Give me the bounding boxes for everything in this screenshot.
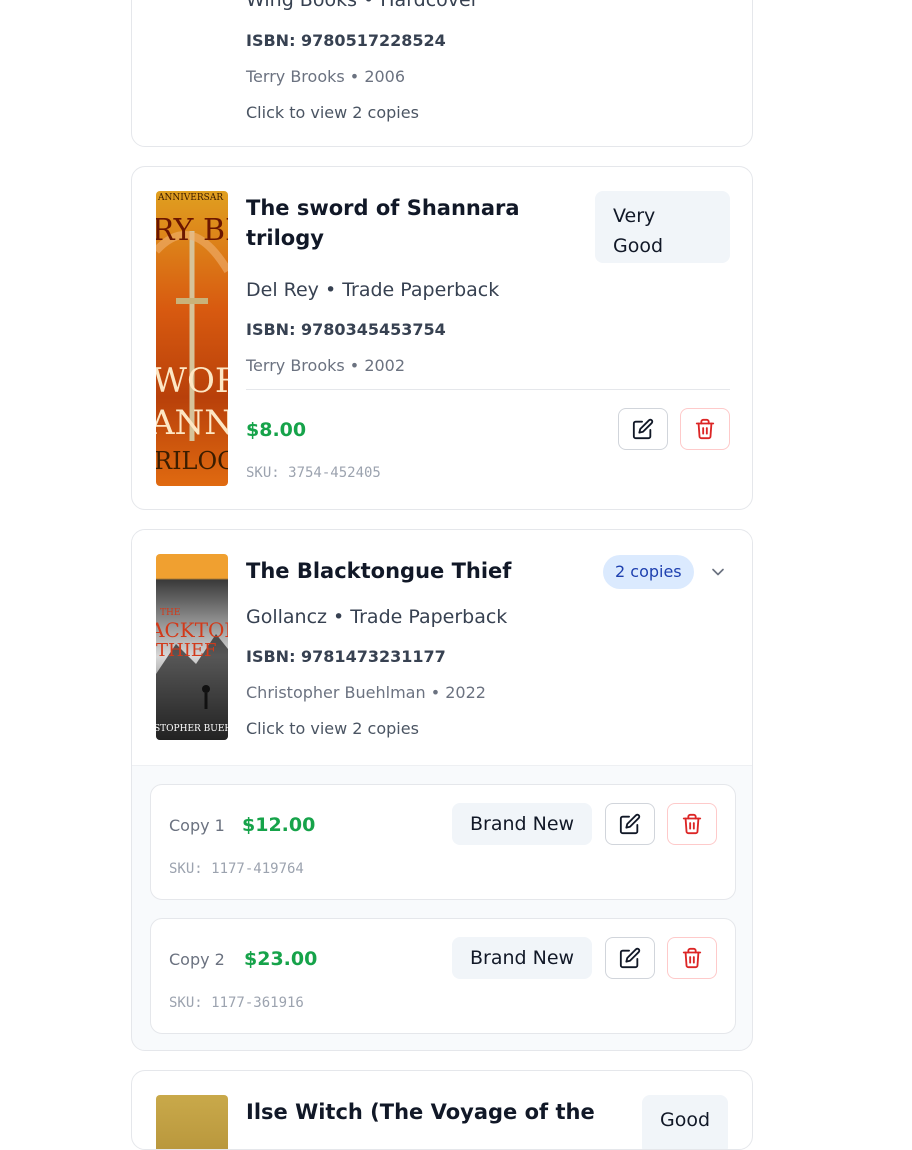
copy-label: Copy 1 <box>169 816 225 835</box>
book-card[interactable]: THE ACKTONG THIEF STOPHER BUEHL The Blac… <box>131 529 753 1051</box>
edit-button[interactable] <box>605 803 655 845</box>
book-author-year: Christopher Buehlman • 2022 <box>246 683 486 702</box>
book-card[interactable]: Ilse Witch (The Voyage of the Good <box>131 1070 753 1150</box>
book-author-year: Terry Brooks • 2002 <box>246 356 406 375</box>
copy-sku: SKU: 1177-361916 <box>169 995 304 1011</box>
book-isbn: ISBN: 9781473231177 <box>246 647 446 666</box>
condition-text: Good <box>613 235 664 257</box>
divider <box>246 389 730 390</box>
book-title[interactable]: Ilse Witch (The Voyage of the <box>246 1097 595 1127</box>
cover-text: STOPHER BUEHL <box>156 724 228 734</box>
book-author-year: Terry Brooks • 2006 <box>246 67 406 86</box>
view-copies-hint[interactable]: Click to view 2 copies <box>246 719 419 738</box>
cover-text: THE <box>160 608 181 618</box>
copy-price: $12.00 <box>242 814 316 836</box>
book-publisher-format: Del Rey • Trade Paperback <box>246 279 500 301</box>
condition-badge: Very Good <box>595 191 730 263</box>
book-title[interactable]: The sword of Shannara trilogy <box>246 193 546 253</box>
trash-icon <box>682 813 702 835</box>
edit-button[interactable] <box>605 937 655 979</box>
book-isbn: ISBN: 9780345453754 <box>246 320 446 339</box>
book-card[interactable]: Wing Books • Hardcover ISBN: 97805172285… <box>131 0 753 147</box>
condition-badge: Brand New <box>452 937 593 979</box>
book-isbn: ISBN: 9780517228524 <box>246 31 446 50</box>
book-cover-image: THE ACKTONG THIEF STOPHER BUEHL <box>156 554 228 740</box>
copies-count-badge: 2 copies <box>603 555 694 589</box>
copy-label: Copy 2 <box>169 950 225 969</box>
condition-text: Very <box>613 205 656 227</box>
book-card[interactable]: ANNIVERSAR RY BRO WOR ANNA RILOG The swo… <box>131 166 753 510</box>
cover-text: THIEF <box>156 640 217 661</box>
pencil-square-icon <box>632 418 654 440</box>
book-price: $8.00 <box>246 419 307 441</box>
cover-text: ACKTONG <box>156 618 228 642</box>
cover-text: WOR <box>156 361 228 401</box>
condition-badge: Brand New <box>452 803 593 845</box>
cover-text: ANNA <box>156 403 228 443</box>
pencil-square-icon <box>619 813 641 835</box>
trash-icon <box>682 947 702 969</box>
book-cover-image: ANNIVERSAR RY BRO WOR ANNA RILOG <box>156 191 228 486</box>
pencil-square-icon <box>619 947 641 969</box>
view-copies-hint[interactable]: Click to view 2 copies <box>246 103 419 122</box>
book-sku: SKU: 3754-452405 <box>246 465 381 481</box>
trash-icon <box>695 418 715 440</box>
book-cover-image <box>156 1095 228 1149</box>
edit-button[interactable] <box>618 408 668 450</box>
book-publisher-format: Gollancz • Trade Paperback <box>246 606 508 628</box>
delete-button[interactable] <box>667 803 717 845</box>
chevron-down-icon[interactable] <box>708 562 728 582</box>
cover-text: RY BRO <box>156 213 228 248</box>
copy-row[interactable]: Copy 2 $23.00 Brand New SKU: 1177-361916 <box>150 918 736 1034</box>
delete-button[interactable] <box>667 937 717 979</box>
condition-badge: Good <box>642 1095 729 1149</box>
copy-row[interactable]: Copy 1 $12.00 Brand New SKU: 1177-419764 <box>150 784 736 900</box>
cover-text: RILOG <box>156 447 228 475</box>
book-publisher-format: Wing Books • Hardcover <box>246 0 479 11</box>
book-title[interactable]: The Blacktongue Thief <box>246 556 511 586</box>
copy-price: $23.00 <box>244 948 318 970</box>
cover-text: ANNIVERSAR <box>158 193 224 203</box>
delete-button[interactable] <box>680 408 730 450</box>
copy-sku: SKU: 1177-419764 <box>169 861 304 877</box>
